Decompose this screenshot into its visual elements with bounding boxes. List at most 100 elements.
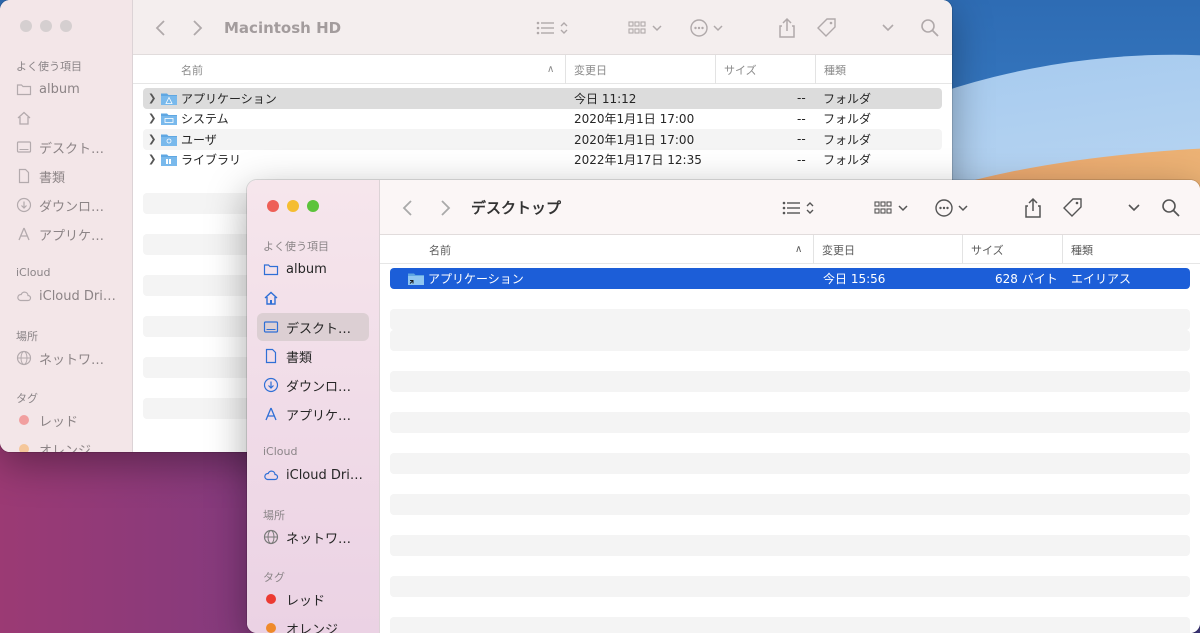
sidebar-item-tag-orange[interactable]: オレンジ	[257, 614, 369, 633]
sidebar-item-desktop[interactable]: デスクト…	[257, 313, 369, 341]
column-size[interactable]: サイズ	[715, 55, 815, 84]
sidebar-section-icloud: iCloud	[263, 445, 298, 458]
empty-row	[390, 330, 1190, 351]
column-size[interactable]: サイズ	[962, 235, 1062, 264]
empty-row	[390, 371, 1190, 392]
chevron-left-icon	[155, 19, 165, 36]
sidebar-item-tag-orange[interactable]: オレンジ	[10, 435, 122, 452]
sidebar-item-icloud-drive[interactable]: iCloud Dri…	[257, 461, 369, 489]
toolbar: Macintosh HD	[133, 0, 952, 55]
applications-icon	[16, 226, 32, 242]
tag-button[interactable]	[814, 0, 840, 55]
sort-ascending-icon[interactable]: ∧	[795, 235, 807, 264]
sidebar-item-home[interactable]	[10, 104, 122, 132]
sidebar-item-downloads[interactable]: ダウンロ…	[10, 191, 122, 219]
sidebar-item-tag-red[interactable]: レッド	[10, 406, 122, 434]
sidebar-item-desktop[interactable]: デスクト…	[10, 133, 122, 161]
minimize-button[interactable]	[40, 20, 52, 32]
sidebar-item-network[interactable]: ネットワ…	[10, 344, 122, 372]
column-kind[interactable]: 種類	[815, 55, 945, 84]
download-icon	[16, 197, 32, 213]
disclosure-chevron-icon[interactable]: ❯	[148, 150, 156, 171]
column-header: 名前 ∧ 変更日 サイズ 種類	[380, 235, 1200, 264]
empty-row	[390, 617, 1190, 633]
chevron-left-icon	[402, 199, 412, 216]
sidebar-item-applications[interactable]: アプリケ…	[10, 220, 122, 248]
empty-row	[390, 576, 1190, 597]
document-icon	[263, 348, 279, 364]
toolbar: デスクトップ	[380, 180, 1200, 235]
disclosure-chevron-icon[interactable]: ❯	[148, 88, 156, 109]
action-button[interactable]	[933, 180, 973, 235]
chevron-down-icon	[882, 23, 894, 31]
tag-icon	[817, 17, 836, 37]
sidebar-item-album[interactable]: album	[257, 255, 369, 283]
grid-group-icon	[874, 200, 908, 214]
document-icon	[16, 168, 32, 184]
folder-icon	[161, 113, 177, 126]
back-button[interactable]	[149, 0, 173, 55]
empty-row	[390, 494, 1190, 515]
sidebar-item-documents[interactable]: 書類	[10, 162, 122, 190]
disclosure-chevron-icon[interactable]: ❯	[148, 109, 156, 130]
forward-button[interactable]	[433, 180, 457, 235]
search-icon	[1162, 198, 1180, 217]
zoom-button[interactable]	[307, 200, 319, 212]
sidebar-section-favorites: よく使う項目	[263, 240, 329, 253]
more-dropdown[interactable]	[878, 0, 898, 55]
applications-icon	[263, 406, 279, 422]
folder-icon	[263, 261, 279, 277]
view-options-button[interactable]	[779, 180, 819, 235]
table-row[interactable]: ❯ ユーザ 2020年1月1日 17:00 -- フォルダ	[143, 129, 942, 150]
action-button[interactable]	[688, 0, 728, 55]
zoom-button[interactable]	[60, 20, 72, 32]
finder-window-desktop[interactable]: よく使う項目 album デスクト… 書類 ダウンロ… アプリケ… iCloud…	[247, 180, 1200, 633]
alias-folder-icon	[408, 273, 424, 285]
view-options-button[interactable]	[533, 0, 573, 55]
more-dropdown[interactable]	[1124, 180, 1144, 235]
group-button[interactable]	[872, 180, 912, 235]
sidebar-item-documents[interactable]: 書類	[257, 342, 369, 370]
back-button[interactable]	[396, 180, 420, 235]
list-view-icon	[536, 21, 568, 34]
table-row[interactable]: アプリケーション 今日 15:56 628 バイト エイリアス	[390, 268, 1190, 289]
sidebar-item-network[interactable]: ネットワ…	[257, 523, 369, 551]
sidebar-section-tags: タグ	[263, 571, 285, 584]
window-controls	[20, 20, 72, 32]
minimize-button[interactable]	[287, 200, 299, 212]
column-modified[interactable]: 変更日	[565, 55, 713, 84]
tag-dot-icon	[266, 623, 276, 633]
column-name[interactable]: 名前	[429, 235, 809, 264]
folder-icon	[161, 134, 177, 146]
close-button[interactable]	[267, 200, 279, 212]
column-name[interactable]: 名前	[181, 55, 561, 84]
globe-icon	[16, 350, 32, 366]
search-button[interactable]	[1158, 180, 1184, 235]
group-button[interactable]	[626, 0, 666, 55]
sidebar-item-album[interactable]: album	[10, 75, 122, 103]
sidebar-item-home[interactable]	[257, 284, 369, 312]
ellipsis-circle-icon	[935, 198, 968, 217]
forward-button[interactable]	[185, 0, 209, 55]
table-row[interactable]: ❯ ライブラリ 2022年1月17日 12:35 -- フォルダ	[143, 150, 942, 171]
sidebar: よく使う項目 album デスクト… 書類 ダウンロ… アプリケ… iCloud…	[0, 0, 133, 452]
search-button[interactable]	[917, 0, 943, 55]
sidebar-item-downloads[interactable]: ダウンロ…	[257, 371, 369, 399]
sort-ascending-icon[interactable]: ∧	[547, 55, 559, 84]
table-row[interactable]: ❯ システム 2020年1月1日 17:00 -- フォルダ	[143, 109, 942, 130]
column-modified[interactable]: 変更日	[813, 235, 961, 264]
share-button[interactable]	[1021, 180, 1045, 235]
sidebar-section-locations: 場所	[263, 509, 285, 522]
empty-row	[390, 453, 1190, 474]
sidebar-item-tag-red[interactable]: レッド	[257, 585, 369, 613]
sidebar-item-applications[interactable]: アプリケ…	[257, 400, 369, 428]
tag-button[interactable]	[1060, 180, 1086, 235]
column-kind[interactable]: 種類	[1062, 235, 1192, 264]
sidebar-item-icloud-drive[interactable]: iCloud Dri…	[10, 282, 122, 310]
list-view-icon	[782, 201, 814, 214]
share-button[interactable]	[775, 0, 799, 55]
close-button[interactable]	[20, 20, 32, 32]
table-row[interactable]: ❯ アプリケーション 今日 11:12 -- フォルダ	[143, 88, 942, 109]
file-list-pane: デスクトップ 名前 ∧ 変更日 サイズ 種類 アプリケーション 今日 15:56…	[380, 180, 1200, 633]
disclosure-chevron-icon[interactable]: ❯	[148, 129, 156, 150]
